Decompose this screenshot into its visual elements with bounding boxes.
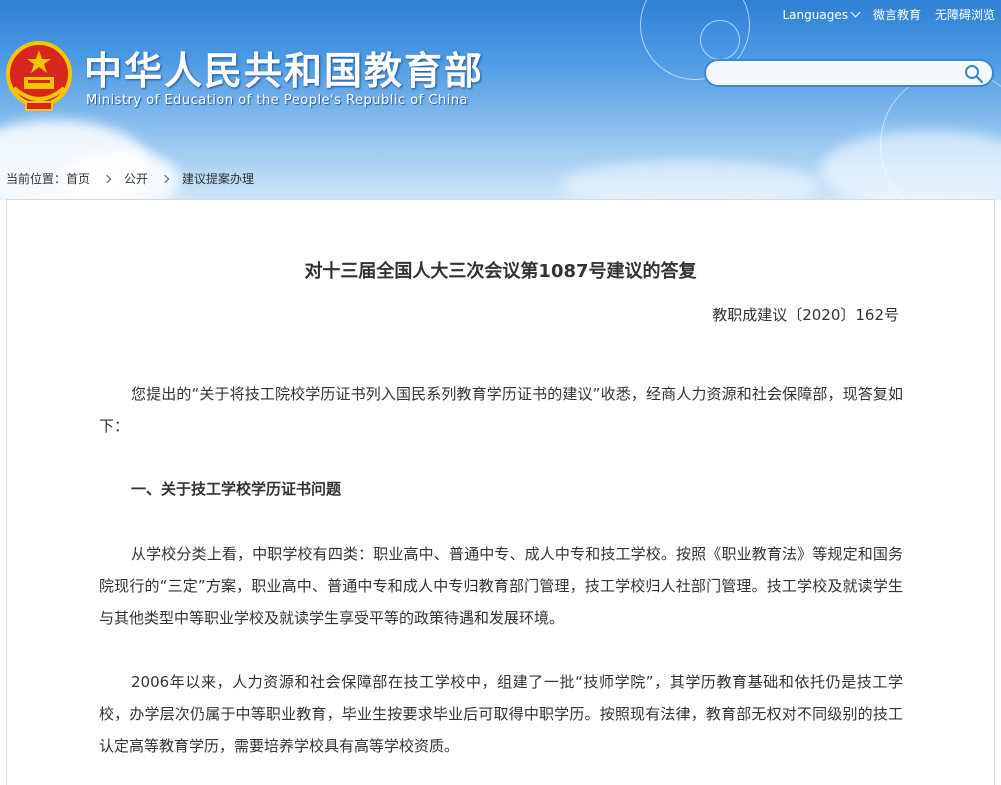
top-links: Languages 微言教育 无障碍浏览 xyxy=(782,6,995,23)
search-icon[interactable] xyxy=(964,64,984,84)
national-emblem-icon[interactable] xyxy=(6,40,72,112)
languages-menu[interactable]: Languages xyxy=(782,6,861,23)
site-title-cn[interactable]: 中华人民共和国教育部 xyxy=(84,40,484,95)
chevron-down-icon xyxy=(850,7,861,18)
breadcrumb-home[interactable]: 首页 xyxy=(66,170,90,187)
breadcrumb-suggestions[interactable]: 建议提案办理 xyxy=(182,170,254,187)
section-heading: 一、关于技工学校学历证书问题 xyxy=(131,480,342,498)
chevron-right-icon xyxy=(102,174,112,183)
article-paragraph: 2006年以来，人力资源和社会保障部在技工学校中，组建了一批“技师学院”，其学历… xyxy=(99,673,903,755)
weiyan-link[interactable]: 微言教育 xyxy=(873,6,921,23)
document-number: 教职成建议〔2020〕162号 xyxy=(712,306,899,324)
breadcrumb-public[interactable]: 公开 xyxy=(124,170,148,187)
article-title: 对十三届全国人大三次会议第1087号建议的答复 xyxy=(304,261,697,282)
article-paragraph: 从学校分类上看，中职学校有四类：职业高中、普通中专、成人中专和技工学校。按照《职… xyxy=(99,545,903,627)
site-title-en: Ministry of Education of the People's Re… xyxy=(86,93,469,108)
chevron-right-icon xyxy=(160,174,170,183)
header-dandelion-decoration xyxy=(700,20,740,60)
header-cloud xyxy=(560,160,820,200)
site-header: Languages 微言教育 无障碍浏览 中华人民共和国教育部 Ministry… xyxy=(0,0,1001,200)
accessibility-link[interactable]: 无障碍浏览 xyxy=(935,6,995,23)
breadcrumb-label: 当前位置： xyxy=(6,172,67,186)
languages-label: Languages xyxy=(782,7,848,22)
header-dandelion-decoration xyxy=(880,70,1001,200)
search-box xyxy=(704,59,994,87)
article-paragraph: 您提出的“关于将技工院校学历证书列入国民系列教育学历证书的建议”收悉，经商人力资… xyxy=(99,385,903,435)
search-input[interactable] xyxy=(718,64,958,82)
breadcrumb: 当前位置： 首页 公开 建议提案办理 xyxy=(6,170,254,187)
